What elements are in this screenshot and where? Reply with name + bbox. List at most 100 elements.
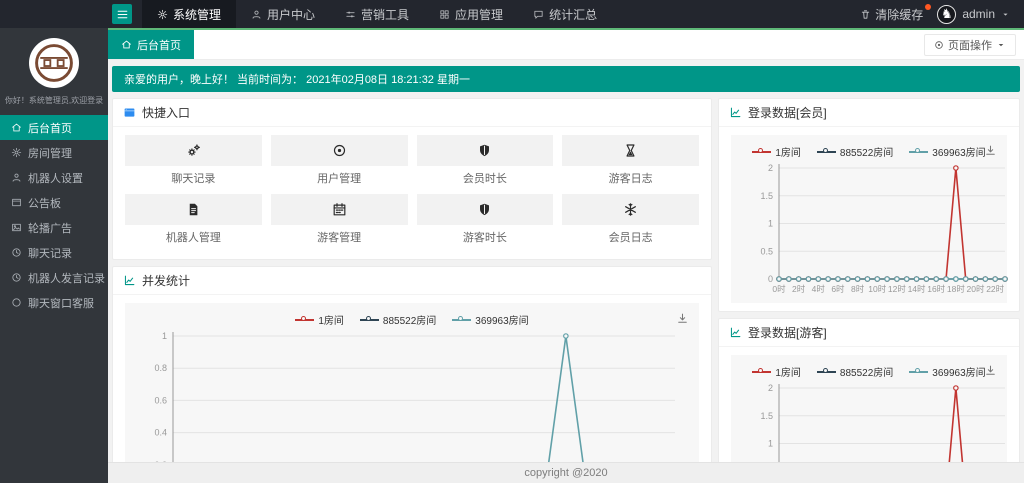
quick-entry-item-游客日志: 游客日志 [562,135,699,192]
svg-text:16时: 16时 [927,284,945,294]
tile-会员时长[interactable] [416,135,554,166]
user-menu[interactable]: ♞ admin [937,4,1010,24]
svg-text:6时: 6时 [831,284,845,294]
quick-entry-header: 快捷入口 [113,99,711,127]
shield-icon [477,143,492,158]
main-content: 后台首页 页面操作 亲爱的用户，晚上好！ 当前时间为： 2021年02月08日 … [108,28,1024,483]
calendar-icon [332,202,347,217]
legend-item-369963房间[interactable]: 369963房间 [452,312,529,327]
svg-text:14时: 14时 [908,284,926,294]
sidebar-item-聊天记录[interactable]: 聊天记录 [0,240,108,265]
tile-机器人管理[interactable] [125,194,262,225]
svg-text:1.5: 1.5 [760,411,773,421]
user-icon [251,9,262,20]
clock-icon [11,272,22,283]
chart-line-icon [729,326,742,339]
panel-title: 登录数据[游客] [748,326,827,340]
sidebar-item-机器人设置[interactable]: 机器人设置 [0,165,108,190]
legend-item-1房间[interactable]: 1房间 [295,312,344,327]
logo-emblem-icon [35,44,73,82]
home-icon [11,122,22,133]
svg-text:1.5: 1.5 [760,191,773,201]
sidebar-item-公告板[interactable]: 公告板 [0,190,108,215]
quick-entry-item-会员时长: 会员时长 [416,135,554,192]
tile-游客时长[interactable] [416,194,554,225]
tab-label: 后台首页 [137,39,181,52]
sidebar: 你好！系统管理员,欢迎登录 后台首页 房间管理 机器人设置 公告板 轮播广告 聊天记录 机器… [0,28,108,483]
legend-item-885522房间[interactable]: 885522房间 [816,144,893,159]
svg-text:0时: 0时 [772,284,786,294]
nav-item-营销工具[interactable]: 营销工具 [330,0,424,28]
legend-item-885522房间[interactable]: 885522房间 [359,312,436,327]
download-icon[interactable] [676,312,689,325]
gears-icon [186,143,201,158]
welcome-text: 你好！系统管理员,欢迎登录 [4,96,104,105]
circle-icon [11,297,22,308]
chart-legend: 1房间 885522房间 369963房间 [133,307,691,329]
nav-item-用户中心[interactable]: 用户中心 [236,0,330,28]
svg-text:0.5: 0.5 [760,246,773,256]
shield-icon [477,202,492,217]
trash-icon [860,9,871,20]
concurrency-chart-card: 1房间885522房间369963房间 00.20.40.60.810时2时4时… [125,303,699,483]
quick-entry-panel: 快捷入口 聊天记录 用户管理 会员时长 游客日志 机器人管理 游客管理 游客时长 会员日志 [112,98,712,260]
avatar: ♞ [937,4,957,24]
clear-cache-button[interactable]: 清除缓存 [860,3,932,23]
legend-item-369963房间[interactable]: 369963房间 [909,144,986,159]
legend-item-1房间[interactable]: 1房间 [752,144,801,159]
tile-聊天记录[interactable] [125,135,262,166]
chevron-down-icon [996,40,1006,50]
panel-title: 登录数据[会员] [748,106,827,120]
header-right: 清除缓存 ♞ admin [860,3,1024,24]
tile-label: 游客时长 [462,232,507,244]
login-guest-panel: 登录数据[游客] 1房间885522房间369963房间 00.511.520时… [718,318,1020,483]
tab-dashboard[interactable]: 后台首页 [108,30,194,59]
legend-item-885522房间[interactable]: 885522房间 [816,364,893,379]
svg-text:0.4: 0.4 [154,428,167,438]
tile-游客日志[interactable] [562,135,699,166]
svg-text:4时: 4时 [812,284,826,294]
file-icon [186,202,201,217]
sidebar-item-轮播广告[interactable]: 轮播广告 [0,215,108,240]
tile-用户管理[interactable] [270,135,408,166]
sidebar-item-后台首页[interactable]: 后台首页 [0,115,108,140]
legend-item-369963房间[interactable]: 369963房间 [909,364,986,379]
legend-item-1房间[interactable]: 1房间 [752,364,801,379]
tile-label: 机器人管理 [165,232,221,244]
login-member-header: 登录数据[会员] [719,99,1019,127]
sidebar-item-聊天窗口客服[interactable]: 聊天窗口客服 [0,290,108,315]
quick-entry-body: 聊天记录 用户管理 会员时长 游客日志 机器人管理 游客管理 游客时长 会员日志 [113,127,711,259]
sidebar-item-机器人发言记录[interactable]: 机器人发言记录 [0,265,108,290]
tile-label: 游客管理 [317,232,362,244]
svg-text:12时: 12时 [888,284,906,294]
tile-游客管理[interactable] [270,194,408,225]
svg-text:1: 1 [162,331,167,341]
sidebar-item-房间管理[interactable]: 房间管理 [0,140,108,165]
quick-entry-item-游客管理: 游客管理 [270,194,408,251]
menu-toggle-button[interactable] [112,4,132,24]
right-column: 登录数据[会员] 1房间 885522房间 369963房间 0 0.5 1 1.5 2 0时… [718,98,1020,483]
concurrency-header: 并发统计 [113,267,711,295]
download-icon[interactable] [984,364,997,377]
board-icon [11,197,22,208]
quick-entry-item-游客时长: 游客时长 [416,194,554,251]
tile-会员日志[interactable] [562,194,699,225]
image-icon [11,222,22,233]
notification-dot [925,3,932,10]
footer: copyright @2020 [108,462,1024,483]
circle-dot-icon [934,40,944,50]
nav-item-应用管理[interactable]: 应用管理 [424,0,518,28]
copyright-text: copyright @2020 [524,467,608,479]
chart-legend: 1房间 885522房间 369963房间 [739,139,999,161]
login-member-panel: 登录数据[会员] 1房间 885522房间 369963房间 0 0.5 1 1.5 2 0时… [718,98,1020,312]
download-icon[interactable] [984,144,997,157]
svg-text:8时: 8时 [851,284,865,294]
svg-text:1: 1 [768,439,773,449]
nav-item-系统管理[interactable]: 系统管理 [142,0,237,28]
svg-text:1: 1 [768,219,773,229]
quick-entry-item-聊天记录: 聊天记录 [125,135,262,192]
nav-item-统计汇总[interactable]: 统计汇总 [518,0,612,28]
page-actions-button[interactable]: 页面操作 [924,34,1016,56]
svg-text:2: 2 [768,163,773,173]
login-member-chart-card: 1房间 885522房间 369963房间 0 0.5 1 1.5 2 0时 2时 4时 6时 8时 1… [731,135,1008,303]
